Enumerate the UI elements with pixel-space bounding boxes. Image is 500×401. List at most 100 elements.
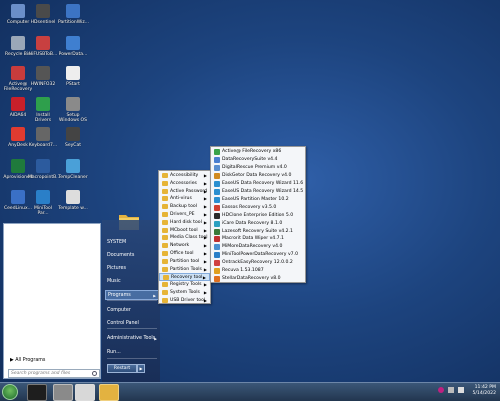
menu-item-label: DiskGetor Data Recovery v4.0 — [222, 172, 292, 178]
recovery-app-item[interactable]: EaseUS Data Recovery Wizard 11.6 — [211, 180, 305, 188]
submenu-arrow-icon: ▶ — [203, 282, 207, 288]
start-menu-item[interactable]: SYSTEM — [105, 238, 159, 248]
volume-icon[interactable] — [458, 387, 464, 393]
start-menu-item[interactable]: Administrative Tools ▶ — [105, 334, 159, 344]
menu-item-label: Lazesoft Recovery Suite v4.2.1 — [222, 228, 293, 234]
programs-menu-item[interactable]: MCboot tool ▶ — [159, 227, 210, 235]
submenu-arrow-icon: ▶ — [203, 227, 207, 233]
desktop-shortcut[interactable]: MacropointB... — [28, 159, 60, 180]
taskbar-tool-icon[interactable] — [53, 384, 73, 401]
programs-menu-item[interactable]: Partition Tools ▶ — [159, 266, 210, 274]
programs-menu-item[interactable]: Accessories ▶ — [159, 180, 210, 188]
app-icon — [214, 204, 220, 211]
menu-item-label: Partition Tools — [170, 266, 202, 272]
recovery-app-item[interactable]: EaseUS Data Recovery Wizard 14.5 — [211, 188, 305, 196]
recovery-app-item[interactable]: DigitalRescue Premium v4.0 — [211, 164, 305, 172]
programs-menu-item[interactable]: Drivers_PE ▶ — [159, 211, 210, 219]
start-menu-item[interactable]: Computer — [105, 306, 159, 316]
desktop-shortcut[interactable]: PStart — [58, 66, 88, 87]
programs-menu-item[interactable]: Recovery tool ▶ — [159, 273, 210, 282]
recovery-app-item[interactable]: DiskGetor Data Recovery v4.0 — [211, 172, 305, 180]
desktop-shortcut[interactable]: Template w... — [58, 190, 88, 211]
recovery-app-item[interactable]: DataRecoverySuite v4.4 — [211, 156, 305, 164]
restart-button[interactable]: Restart — [107, 364, 137, 373]
programs-menu-item[interactable]: Anti-virus ▶ — [159, 195, 210, 203]
recovery-app-item[interactable]: MiniToolPowerDataRecovery v7.0 — [211, 251, 305, 259]
recovery-app-item[interactable]: Lazesoft Recovery Suite v4.2.1 — [211, 228, 305, 236]
taskbar-folder-icon[interactable] — [99, 384, 119, 401]
recovery-app-item[interactable]: Active@ FileRecovery x86 — [211, 148, 305, 156]
shortcut-icon — [66, 190, 80, 204]
recovery-app-item[interactable]: MiMoreDataRecovery v4.0 — [211, 243, 305, 251]
shortcut-icon — [11, 190, 25, 204]
desktop-shortcut[interactable]: TempCleaner — [58, 159, 88, 180]
start-menu-item[interactable]: Run... — [105, 348, 159, 358]
taskbar-cmd-icon[interactable] — [27, 384, 47, 401]
programs-menu-item[interactable]: Registry Tools ▶ — [159, 281, 210, 289]
recovery-app-item[interactable]: Macrorit Data Wiper v4.7.1 — [211, 235, 305, 243]
app-icon — [214, 236, 220, 243]
folder-icon — [162, 235, 168, 241]
start-menu-item[interactable]: Music — [105, 277, 159, 287]
app-icon — [214, 212, 220, 219]
desktop-shortcut[interactable]: SeyCat — [58, 127, 88, 148]
start-menu-item[interactable]: Pictures — [105, 264, 159, 274]
desktop-shortcut[interactable]: HiFUSBToB... — [28, 36, 58, 57]
recovery-app-item[interactable]: Recuva 1.53.1087 — [211, 267, 305, 275]
recovery-app-item[interactable]: iCare Data Recovery 8.1.0 — [211, 220, 305, 228]
start-menu-left-pane: ▶ All Programs Search programs and files — [3, 223, 101, 379]
shortcut-label: HWINFO32 — [30, 82, 56, 87]
programs-menu-item[interactable]: Network ▶ — [159, 242, 210, 250]
menu-item-label: Recuva 1.53.1087 — [222, 268, 264, 274]
search-icon[interactable] — [92, 371, 97, 376]
menu-item-label: StellarDataRecovery v8.0 — [222, 276, 281, 282]
all-programs-link[interactable]: ▶ All Programs — [10, 358, 45, 363]
desktop-shortcut[interactable]: PowerData... — [58, 36, 88, 57]
start-menu-item[interactable]: Documents — [105, 251, 159, 261]
programs-menu-item[interactable]: Active Password ▶ — [159, 188, 210, 196]
shutdown-options-button[interactable]: ▶ — [137, 364, 145, 373]
search-input[interactable]: Search programs and files — [8, 369, 100, 378]
folder-icon — [162, 196, 168, 202]
programs-menu-item[interactable]: Office tool ▶ — [159, 250, 210, 258]
shortcut-icon — [11, 97, 25, 111]
folder-icon — [162, 227, 168, 233]
programs-menu-item[interactable]: USB Driver tool ▶ — [159, 297, 210, 305]
all-programs-label: All Programs — [15, 358, 46, 363]
recovery-app-item[interactable]: HDClone Enterprise Edition 5.0 — [211, 212, 305, 220]
menu-item-label: Active@ FileRecovery x86 — [222, 149, 282, 154]
menu-item-label: Drivers_PE — [170, 212, 195, 217]
programs-menu-item[interactable]: Hard disk tool ▶ — [159, 219, 210, 227]
recovery-app-item[interactable]: EaseUS Partition Master 10.2 — [211, 196, 305, 204]
desktop-shortcut[interactable]: Setup Windows OS — [58, 97, 88, 123]
programs-menu-item[interactable]: Media Class tool ▶ — [159, 234, 210, 242]
shortcut-icon — [66, 159, 80, 173]
desktop-shortcut[interactable]: HDsentinel — [28, 4, 58, 25]
programs-menu-item[interactable]: Partition tool ▶ — [159, 258, 210, 266]
folder-icon — [162, 297, 168, 303]
menu-item-label: System Tools — [170, 290, 200, 295]
programs-menu-item[interactable]: System Tools ▶ — [159, 289, 210, 297]
shortcut-label: TempCleaner — [58, 175, 88, 180]
desktop-shortcut[interactable]: PartitionWiz... — [58, 4, 89, 25]
taskbar-app-icon[interactable] — [75, 384, 95, 401]
desktop-shortcut[interactable]: HWINFO32 — [28, 66, 58, 87]
flag-icon[interactable] — [448, 387, 454, 393]
app-icon — [214, 149, 220, 155]
desktop-shortcut[interactable]: Keyboard7... — [28, 127, 58, 148]
folder-icon — [162, 212, 168, 217]
shortcut-icon — [36, 66, 50, 80]
folder-icon — [162, 180, 168, 186]
recovery-app-item[interactable]: StellarDataRecovery v8.0 — [211, 275, 305, 283]
desktop-shortcut[interactable]: MiniTool Par... — [28, 190, 58, 216]
recovery-app-item[interactable]: Eassos Recovery v3.5.0 — [211, 204, 305, 212]
desktop-shortcut[interactable]: Install Drivers — [28, 97, 58, 123]
clock[interactable]: 11:42 PM 5/14/2022 — [472, 385, 496, 397]
programs-menu-item[interactable]: Backup tool ▶ — [159, 203, 210, 211]
programs-menu-item[interactable]: Accessibility ▶ — [159, 172, 210, 180]
start-menu-item[interactable]: Programs ▶ — [105, 290, 159, 300]
network-icon[interactable] — [438, 387, 444, 393]
start-button[interactable] — [2, 384, 18, 400]
shortcut-label: MiniTool Par... — [34, 206, 52, 216]
recovery-app-item[interactable]: OntrackEasyRecovery 12.0.0.2 — [211, 259, 305, 267]
